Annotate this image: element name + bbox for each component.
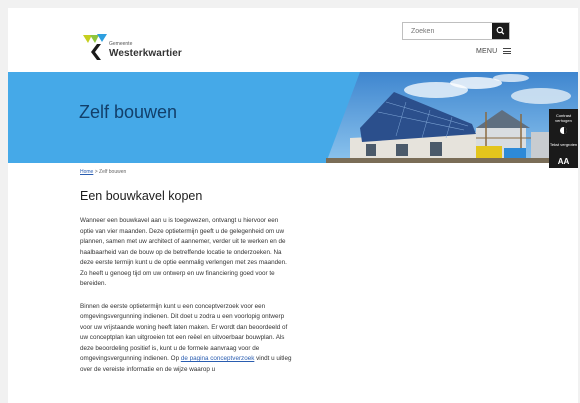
page-title: Zelf bouwen (79, 102, 178, 122)
menu-button[interactable]: MENU (476, 48, 511, 55)
search-box (402, 22, 510, 40)
hamburger-icon (502, 48, 511, 55)
page: Gemeente Westerkwartier MENU Zelf bouwen (8, 8, 578, 403)
text-size-icon[interactable]: AA (549, 157, 578, 166)
article: Een bouwkavel kopen Wanneer een bouwkave… (80, 189, 292, 387)
article-paragraph-1: Wanneer een bouwkavel aan u is toegeweze… (80, 217, 287, 287)
logo-subtitle: Gemeente (109, 41, 133, 47)
hero-house-image (326, 72, 578, 163)
hero-banner: Zelf bouwen (8, 72, 578, 163)
contrast-icon[interactable] (560, 127, 567, 134)
contrast-label[interactable]: Contrast verhogen (549, 113, 578, 123)
logo-title: Westerkwartier (109, 48, 182, 59)
breadcrumb-current: Zelf bouwen (99, 169, 127, 175)
breadcrumb-separator: > (94, 169, 98, 175)
article-paragraph-2: Binnen de eerste optietermijn kunt u een… (80, 302, 292, 376)
search-input[interactable] (403, 23, 499, 39)
breadcrumb: Home > Zelf bouwen (80, 169, 126, 175)
conceptverzoek-link[interactable]: de pagina conceptverzoek (181, 355, 255, 362)
menu-label: MENU (476, 48, 498, 55)
accessibility-panel: Contrast verhogen Tekst vergroten AA (549, 109, 578, 168)
logo-mark-icon (83, 34, 107, 60)
text-size-label[interactable]: Tekst vergroten (549, 142, 578, 147)
paragraph-2-text: Binnen de eerste optietermijn kunt u een… (80, 302, 288, 363)
search-icon (496, 26, 505, 35)
breadcrumb-home[interactable]: Home (80, 169, 93, 175)
logo[interactable]: Gemeente Westerkwartier (82, 30, 202, 70)
search-button[interactable] (492, 23, 509, 39)
article-title: Een bouwkavel kopen (80, 189, 203, 203)
